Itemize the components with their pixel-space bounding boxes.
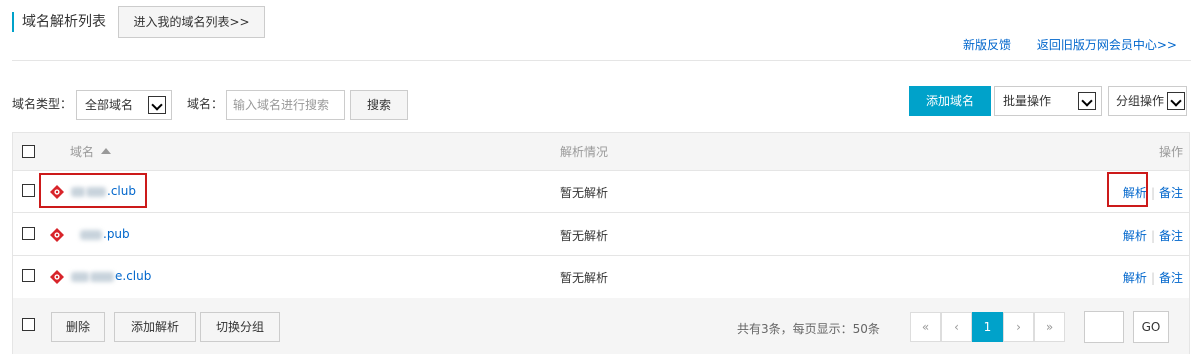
row-operations: 解析 | 备注	[1123, 227, 1183, 244]
highlight-box-domain	[39, 173, 147, 208]
domain-suffix: e.club	[115, 269, 152, 283]
domain-link[interactable]: .pub	[71, 227, 130, 241]
blurred-text	[80, 229, 102, 240]
delete-button[interactable]: 删除	[51, 312, 105, 342]
add-resolve-button[interactable]: 添加解析	[114, 312, 196, 342]
blurred-text	[71, 271, 89, 282]
resolve-link[interactable]: 解析	[1123, 271, 1147, 285]
domain-type-value: 全部域名	[85, 98, 134, 112]
table-row: .club 暂无解析 解析 | 备注	[13, 171, 1189, 213]
chevron-down-icon	[1167, 92, 1185, 110]
blurred-text	[90, 271, 114, 282]
row-checkbox[interactable]	[22, 269, 35, 282]
group-operation-select[interactable]: 分组操作	[1108, 86, 1187, 116]
table-header: 域名 解析情况 操作	[13, 133, 1189, 171]
chevron-down-icon	[148, 96, 166, 114]
highlight-box-resolve	[1107, 172, 1148, 207]
header-divider	[12, 60, 1191, 61]
prev-page-button[interactable]: ‹	[941, 312, 972, 342]
add-domain-button[interactable]: 添加域名	[909, 86, 991, 116]
last-page-button[interactable]: »	[1034, 312, 1065, 342]
chevron-down-icon	[1078, 92, 1096, 110]
blurred-text	[71, 230, 79, 240]
batch-operation-select[interactable]: 批量操作	[994, 86, 1102, 116]
domain-suffix: .pub	[103, 227, 130, 241]
resolve-link[interactable]: 解析	[1123, 229, 1147, 243]
domain-type-label: 域名类型：	[12, 97, 73, 111]
sort-asc-icon	[100, 148, 111, 154]
column-domain[interactable]: 域名	[70, 133, 111, 171]
batch-operation-value: 批量操作	[1003, 94, 1052, 108]
first-page-button[interactable]: «	[910, 312, 941, 342]
column-operation: 操作	[1158, 145, 1183, 159]
page-title: 域名解析列表	[12, 12, 106, 32]
column-status: 解析情况	[560, 145, 609, 159]
resolve-status: 暂无解析	[560, 229, 609, 243]
separator: |	[1150, 186, 1155, 200]
switch-group-button[interactable]: 切换分组	[200, 312, 280, 342]
group-operation-value: 分组操作	[1116, 94, 1165, 108]
footer-select-all-checkbox[interactable]	[22, 318, 35, 331]
top-links: 新版反馈 返回旧版万网会员中心>>	[941, 36, 1177, 53]
row-checkbox[interactable]	[22, 184, 35, 197]
current-page-button[interactable]: 1	[972, 312, 1003, 342]
domain-label: 域名：	[187, 97, 224, 111]
domain-link[interactable]: e.club	[71, 269, 151, 283]
record-link[interactable]: 备注	[1159, 229, 1183, 243]
record-link[interactable]: 备注	[1159, 186, 1183, 200]
page-info: 共有3条，每页显示：50条	[737, 322, 880, 336]
select-all-checkbox[interactable]	[22, 145, 35, 158]
table-row: .pub 暂无解析 解析 | 备注	[13, 214, 1189, 256]
column-domain-label: 域名	[70, 145, 95, 159]
resolve-status: 暂无解析	[560, 271, 609, 285]
domain-type-select[interactable]: 全部域名	[76, 90, 172, 120]
search-button[interactable]: 搜索	[350, 90, 408, 120]
row-checkbox[interactable]	[22, 227, 35, 240]
domain-icon	[50, 270, 64, 284]
page-number-input[interactable]	[1084, 311, 1124, 343]
separator: |	[1150, 229, 1155, 243]
record-link[interactable]: 备注	[1159, 271, 1183, 285]
row-operations: 解析 | 备注	[1123, 269, 1183, 286]
enter-my-domains-button[interactable]: 进入我的域名列表>>	[118, 6, 265, 38]
next-page-button[interactable]: ›	[1003, 312, 1034, 342]
old-version-link[interactable]: 返回旧版万网会员中心>>	[1037, 38, 1177, 52]
table-row: e.club 暂无解析 解析 | 备注	[13, 257, 1189, 299]
search-input[interactable]	[226, 90, 345, 120]
resolve-status: 暂无解析	[560, 186, 609, 200]
go-button[interactable]: GO	[1133, 311, 1169, 343]
separator: |	[1150, 271, 1155, 285]
feedback-link[interactable]: 新版反馈	[963, 38, 1011, 52]
domain-icon	[50, 228, 64, 242]
